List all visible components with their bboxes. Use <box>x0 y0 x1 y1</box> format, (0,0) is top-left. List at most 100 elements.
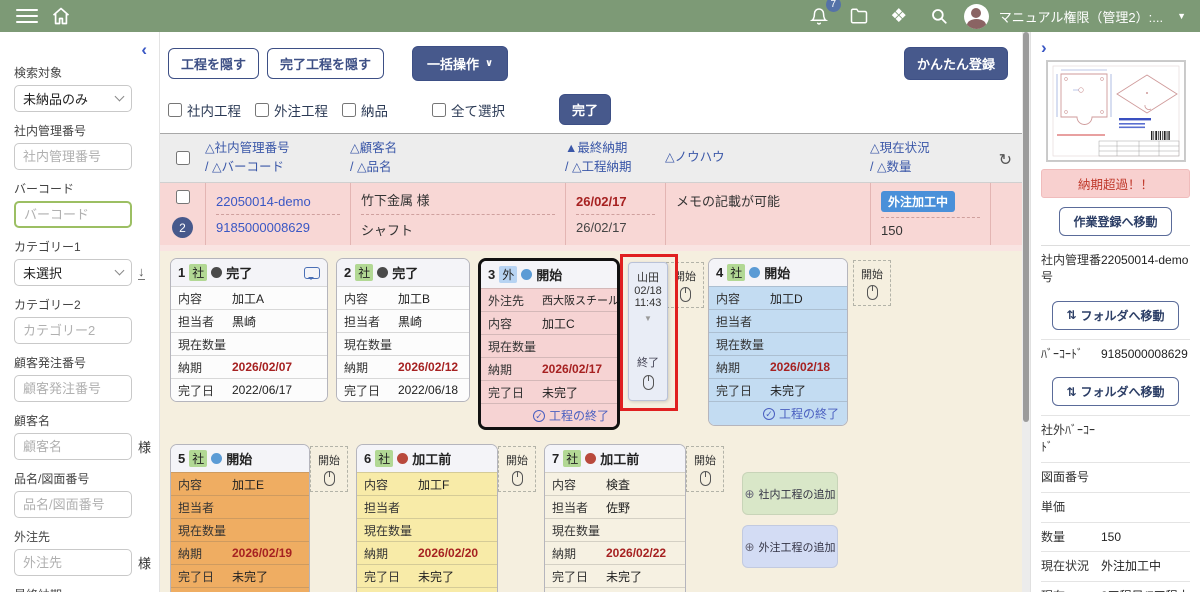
search-target-select[interactable]: 未納品のみ <box>14 85 132 112</box>
mouse-icon <box>324 471 335 486</box>
order-barcode-link[interactable]: 9185000008629 <box>216 220 340 235</box>
customer-order-label: 顧客発注番号 <box>14 354 147 371</box>
row-count-badge: 2 <box>172 217 193 238</box>
status-dot-started <box>521 269 532 280</box>
dropbox-icon[interactable]: ❖ <box>884 1 914 31</box>
popup-time: 11:43 <box>635 297 662 309</box>
customer-order-input[interactable] <box>14 375 132 402</box>
menu-icon[interactable] <box>16 9 38 23</box>
sidebar-collapse-icon[interactable]: ‹ <box>141 40 147 60</box>
move-to-folder-button[interactable]: ⇅フォルダへ移動 <box>1052 377 1178 406</box>
hide-process-button[interactable]: 工程を隠す <box>168 48 259 79</box>
order-row[interactable]: 2 22050014-demo 9185000008629 竹下金属 様 シャフ… <box>160 183 1022 245</box>
folder-icon[interactable] <box>844 1 874 31</box>
popup-date: 02/18 <box>634 285 662 297</box>
checkbox-delivery[interactable]: 納品 <box>342 100 388 120</box>
hide-done-process-button[interactable]: 完了工程を隠す <box>267 48 384 79</box>
col-kanri-header[interactable]: △社内管理番号/ △バーコード <box>205 139 350 178</box>
internal-type-badge: 社 <box>563 450 581 467</box>
internal-type-badge: 社 <box>189 450 207 467</box>
detail-row-progress: 現在3工程目/7工程中 <box>1041 581 1190 592</box>
process-card-2[interactable]: 2社完了 内容加工B 担当者黒崎 現在数量 納期2026/02/12 完了日20… <box>336 258 470 402</box>
plus-circle-icon: ⊕ <box>744 487 754 501</box>
vendor-input[interactable] <box>14 549 132 576</box>
process-card-4[interactable]: 4社開始 内容加工D 担当者 現在数量 納期2026/02/18 完了日未完了 … <box>708 258 848 426</box>
end-action-button[interactable]: 終了 <box>637 354 659 370</box>
category2-input[interactable] <box>14 317 132 344</box>
scrollbar-thumb[interactable] <box>1023 32 1029 422</box>
start-process-button[interactable]: 開始 <box>310 446 348 492</box>
search-icon[interactable] <box>924 1 954 31</box>
order-id-link[interactable]: 22050014-demo <box>216 194 340 215</box>
mouse-icon <box>512 471 523 486</box>
sort-descending-icon[interactable]: ↓ <box>138 265 145 280</box>
checkbox <box>168 103 182 117</box>
vertical-scrollbar[interactable] <box>1022 32 1030 592</box>
worker-action-popup: 山田 02/18 11:43 ▼ 終了 <box>628 262 668 401</box>
row-checkbox[interactable] <box>176 190 190 204</box>
memo-text: メモの記載が可能 <box>676 189 860 210</box>
comment-icon[interactable] <box>304 267 320 279</box>
go-to-work-register-button[interactable]: 作業登録へ移動 <box>1059 207 1171 236</box>
start-process-button[interactable]: 開始 <box>853 260 891 306</box>
avatar[interactable] <box>964 4 989 29</box>
add-internal-process-button[interactable]: ⊕社内工程の追加 <box>742 472 838 515</box>
checkbox <box>342 103 356 117</box>
status-dot-started <box>211 453 222 464</box>
process-card-6[interactable]: 6社加工前 内容加工F 担当者 現在数量 納期2026/02/20 完了日未完了… <box>356 444 498 592</box>
bulk-operation-button[interactable]: 一括操作∨ <box>412 46 508 81</box>
col-customer-header[interactable]: △顧客名/ △品名 <box>350 139 565 178</box>
worker-name: 山田 <box>637 269 659 285</box>
sidebar-expand-icon[interactable]: › <box>1041 38 1047 57</box>
process-card-3-active[interactable]: 3外開始 外注先西大阪スチール様 内容加工C 現在数量 納期2026/02/17… <box>478 258 620 430</box>
process-card-7[interactable]: 7社加工前 内容検査 担当者佐野 現在数量 納期2026/02/22 完了日未完… <box>544 444 686 592</box>
refresh-icon[interactable]: ↻ <box>999 150 1012 170</box>
barcode-input[interactable] <box>14 201 132 228</box>
col-status-header[interactable]: △現在状況/ △数量 <box>870 139 990 178</box>
internal-type-badge: 社 <box>375 450 393 467</box>
add-external-process-button[interactable]: ⊕外注工程の追加 <box>742 525 838 568</box>
done-button[interactable]: 完了 <box>559 94 611 125</box>
end-process-link[interactable]: ✓工程の終了 <box>545 587 685 592</box>
customer-name-label: 顧客名 <box>14 412 147 429</box>
col-due-header[interactable]: ▲最終納期/ △工程納期 <box>565 139 665 178</box>
mouse-icon <box>680 287 691 302</box>
kanri-input[interactable] <box>14 143 132 170</box>
checkbox-external-process[interactable]: 外注工程 <box>255 100 328 120</box>
quantity-value: 150 <box>881 223 980 238</box>
notifications-bell-icon[interactable]: 7 <box>804 1 834 31</box>
worker-popup-cluster: 開始 山田 02/18 11:43 ▼ 終了 <box>620 258 708 423</box>
end-process-link[interactable]: ✓工程の終了 <box>709 401 847 425</box>
triangle-down-icon: ▼ <box>644 314 652 323</box>
checkbox-internal-process[interactable]: 社内工程 <box>168 100 241 120</box>
easy-register-button[interactable]: かんたん登録 <box>904 47 1008 80</box>
start-process-button[interactable]: 開始 <box>686 446 724 492</box>
final-due-label: 最終納期 <box>14 586 147 592</box>
home-icon[interactable] <box>46 1 76 31</box>
customer-name-input[interactable] <box>14 433 132 460</box>
col-knowhow-header[interactable]: △ノウハウ <box>665 148 870 168</box>
checkbox-select-all[interactable]: 全て選択 <box>432 100 505 120</box>
process-card-1[interactable]: 1社完了 内容加工A 担当者黒崎 現在数量 納期2026/02/07 完了日20… <box>170 258 328 402</box>
user-menu-caret-icon[interactable]: ▼ <box>1177 11 1186 21</box>
end-process-link[interactable]: ✓工程の終了 <box>481 403 617 427</box>
checkbox <box>255 103 269 117</box>
process-cards-area: 1社完了 内容加工A 担当者黒崎 現在数量 納期2026/02/07 完了日20… <box>160 251 1022 592</box>
status-dot-before <box>585 453 596 464</box>
start-process-button[interactable]: 開始 <box>498 446 536 492</box>
process-card-5[interactable]: 5社開始 内容加工E 担当者 現在数量 納期2026/02/19 完了日未完了 … <box>170 444 310 592</box>
main-content: 工程を隠す 完了工程を隠す 一括操作∨ かんたん登録 社内工程 外注工程 納品 … <box>160 32 1022 592</box>
topbar: 7 ❖ マニュアル権限（管理2）:... ▼ <box>0 0 1200 32</box>
end-process-link[interactable]: ✓工程の終了 <box>171 587 309 592</box>
search-sidebar: ‹ 検索対象 未納品のみ 社内管理番号 バーコード カテゴリー1 未選択 ↓ カ… <box>0 32 160 592</box>
folder-move-icon: ⇅ <box>1066 385 1076 399</box>
end-process-link[interactable]: ✓工程の終了 <box>357 587 497 592</box>
drawing-thumbnail[interactable] <box>1046 60 1186 162</box>
mouse-icon <box>867 285 878 300</box>
internal-type-badge: 社 <box>189 264 207 281</box>
start-process-button[interactable]: 開始 <box>666 262 704 308</box>
category1-select[interactable]: 未選択 <box>14 259 132 286</box>
move-to-folder-button[interactable]: ⇅フォルダへ移動 <box>1052 301 1178 330</box>
product-input[interactable] <box>14 491 132 518</box>
select-all-rows-checkbox[interactable] <box>176 151 190 165</box>
